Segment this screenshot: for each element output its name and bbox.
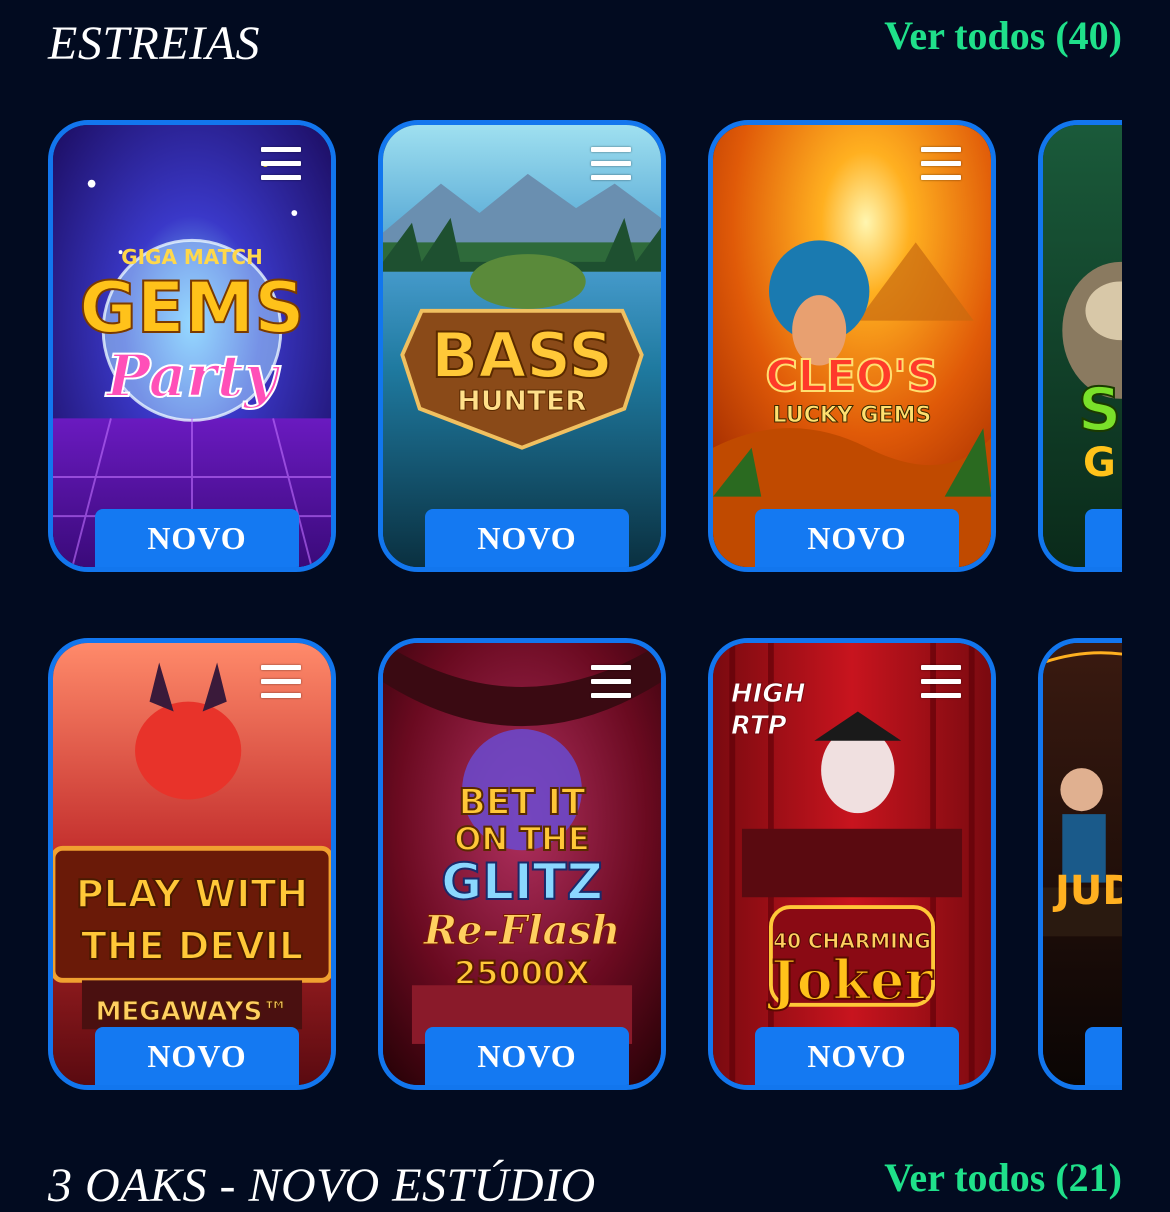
game-card-play-with-the-devil[interactable]: PLAY WITH THE DEVIL MEGAWAYS™ NOVO — [48, 638, 336, 1090]
section-header-estreias: ESTREIAS Ver todos (40) — [48, 16, 1122, 68]
section-header-3-oaks: 3 OAKS - NOVO ESTÚDIO Ver todos (21) — [48, 1158, 1122, 1210]
game-card-bet-it-on-the-glitz[interactable]: BET IT ON THE GLITZ Re-Flash 25000X NOVO — [378, 638, 666, 1090]
game-thumbnail — [713, 643, 991, 1085]
game-card-40-charming-joker[interactable]: HIGH RTP 40 CHARMING Joker NOVO — [708, 638, 996, 1090]
game-thumbnail — [1043, 125, 1122, 567]
menu-icon[interactable] — [261, 147, 301, 181]
menu-icon[interactable] — [921, 147, 961, 181]
new-badge: NOVO — [755, 509, 959, 567]
new-badge — [1085, 509, 1122, 567]
game-card-gems-party[interactable]: GIGA MATCH GEMS Party NOVO — [48, 120, 336, 572]
game-card-cleos-lucky-gems[interactable]: CLEO'S LUCKY GEMS NOVO — [708, 120, 996, 572]
game-card-bass-hunter[interactable]: BASS HUNTER NOVO — [378, 120, 666, 572]
game-thumbnail — [53, 125, 331, 567]
menu-icon[interactable] — [921, 665, 961, 699]
see-all-link[interactable]: Ver todos (40) — [884, 16, 1122, 56]
game-card-partial[interactable]: S G — [1038, 120, 1122, 572]
new-badge: NOVO — [755, 1027, 959, 1085]
new-badge: NOVO — [425, 1027, 629, 1085]
menu-icon[interactable] — [261, 665, 301, 699]
new-badge: NOVO — [95, 1027, 299, 1085]
game-thumbnail — [383, 125, 661, 567]
new-badge: NOVO — [95, 509, 299, 567]
section-title: ESTREIAS — [48, 17, 260, 70]
see-all-link[interactable]: Ver todos (21) — [884, 1158, 1122, 1198]
game-row-1: GIGA MATCH GEMS Party NOVO BASS HUNTER N… — [48, 120, 1122, 572]
game-thumbnail — [53, 643, 331, 1085]
new-badge: NOVO — [425, 509, 629, 567]
game-thumbnail — [713, 125, 991, 567]
game-row-2: PLAY WITH THE DEVIL MEGAWAYS™ NOVO BET I… — [48, 638, 1122, 1090]
section-title: 3 OAKS - NOVO ESTÚDIO — [48, 1159, 596, 1212]
game-card-partial[interactable]: JUD — [1038, 638, 1122, 1090]
game-thumbnail — [383, 643, 661, 1085]
game-thumbnail — [1043, 643, 1122, 1085]
menu-icon[interactable] — [591, 665, 631, 699]
new-badge — [1085, 1027, 1122, 1085]
menu-icon[interactable] — [591, 147, 631, 181]
